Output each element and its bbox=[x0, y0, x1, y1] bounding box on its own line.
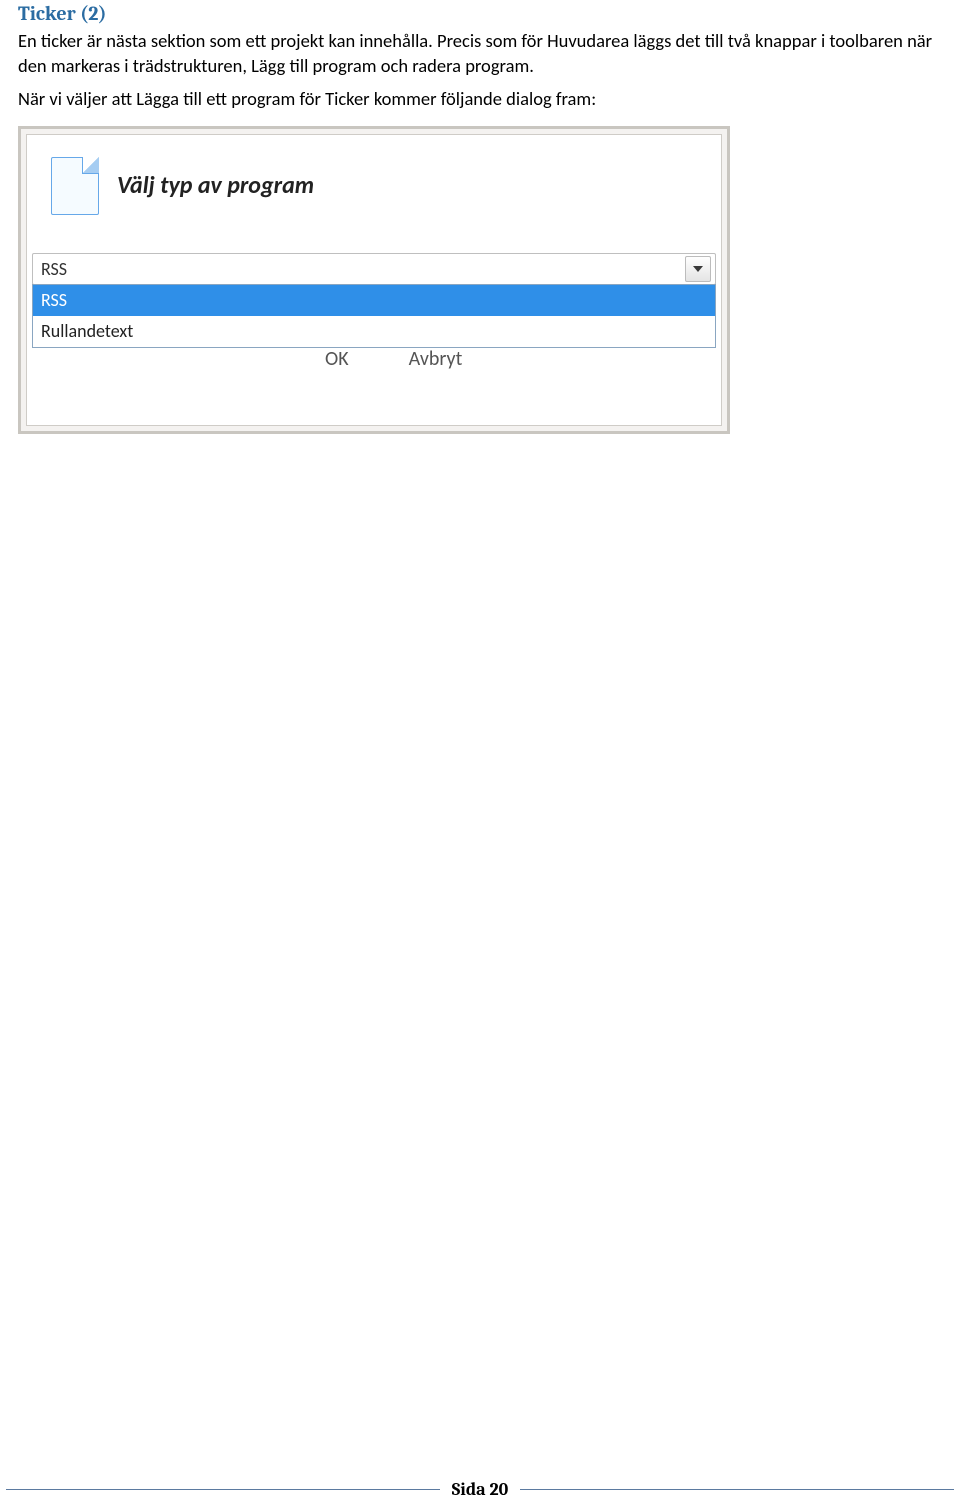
obscured-buttons: OK Avbryt bbox=[325, 347, 462, 371]
page-footer: Sida 20 bbox=[0, 1479, 960, 1500]
paragraph-1: En ticker är nästa sektion som ett proje… bbox=[18, 29, 942, 79]
combo-field[interactable]: RSS bbox=[32, 253, 716, 285]
cancel-button-ghost: Avbryt bbox=[409, 347, 463, 371]
dialog-title: Välj typ av program bbox=[117, 171, 314, 200]
ok-button-ghost: OK bbox=[325, 347, 349, 371]
footer-line-right bbox=[520, 1489, 954, 1490]
combo-option-rss[interactable]: RSS bbox=[33, 285, 715, 316]
section-heading: Ticker (2) bbox=[18, 2, 942, 25]
combo-option-rullandetext[interactable]: Rullandetext bbox=[33, 316, 715, 347]
program-type-combo[interactable]: RSS RSS Rullandetext bbox=[32, 253, 716, 348]
dialog-header: Välj typ av program bbox=[27, 135, 721, 239]
page-number: Sida 20 bbox=[446, 1479, 514, 1500]
dialog-panel: Välj typ av program RSS RSS Rullandetext… bbox=[26, 134, 722, 426]
footer-line-left bbox=[6, 1489, 440, 1490]
document-icon bbox=[51, 157, 99, 215]
combo-selected-value: RSS bbox=[33, 258, 685, 280]
chevron-down-icon[interactable] bbox=[685, 256, 711, 282]
dialog-screenshot: Välj typ av program RSS RSS Rullandetext… bbox=[18, 126, 730, 434]
combo-dropdown-list: RSS Rullandetext bbox=[32, 284, 716, 348]
paragraph-2: När vi väljer att Lägga till ett program… bbox=[18, 87, 942, 112]
